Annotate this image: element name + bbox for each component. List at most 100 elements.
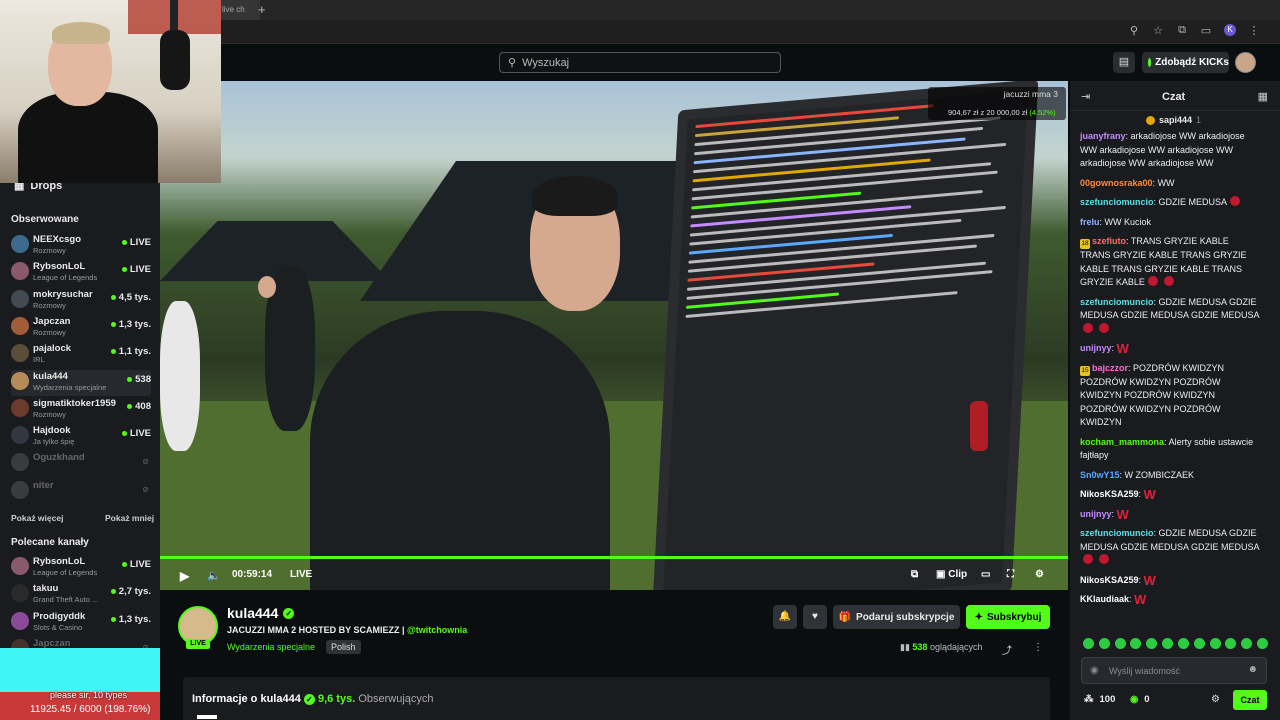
show-less-link[interactable]: Pokaż mniej bbox=[105, 513, 154, 523]
new-tab-button[interactable]: + bbox=[258, 2, 266, 17]
sidebar-channel-item[interactable]: sigmatiktoker1959 Rozmowy 408 bbox=[11, 397, 151, 423]
chat-message: szefunciomuncio: GDZIE MEDUSA GDZIE MEDU… bbox=[1080, 296, 1260, 337]
live-dot-icon bbox=[121, 267, 127, 273]
clip-button[interactable]: ▣ Clip bbox=[936, 569, 967, 580]
get-kicks-button[interactable]: Zdobądź KICKs bbox=[1142, 52, 1229, 73]
emote-icon bbox=[1230, 196, 1241, 206]
chat-message: szefunciomuncio: GDZIE MEDUSA bbox=[1080, 196, 1260, 210]
chat-username[interactable]: juanyfrany bbox=[1080, 131, 1126, 141]
send-chat-button[interactable]: Czat bbox=[1233, 690, 1267, 710]
sidebar-channel-item[interactable]: Oguzkhand ⊘ bbox=[11, 451, 151, 477]
chat-username[interactable]: szefunciomuncio bbox=[1080, 297, 1154, 307]
chat-username[interactable]: NikosKSA259 bbox=[1080, 489, 1139, 499]
sidebar-channel-item[interactable]: niter ⊘ bbox=[11, 479, 151, 505]
video-progress-bar[interactable] bbox=[160, 556, 1068, 559]
sidebar-channel-category: Rozmowy bbox=[33, 409, 66, 419]
settings-gear-icon[interactable]: ⚙ bbox=[1035, 569, 1044, 580]
chat-username[interactable]: szefunciomuncio bbox=[1080, 197, 1154, 207]
channel-points[interactable]: ⁂ 100 bbox=[1084, 694, 1115, 705]
quick-emote-icon[interactable] bbox=[1114, 638, 1126, 649]
show-more-link[interactable]: Pokaż więcej bbox=[11, 513, 63, 523]
live-dot-icon bbox=[127, 403, 133, 409]
chat-username[interactable]: kocham_mammona bbox=[1080, 437, 1164, 447]
channel-name[interactable]: kula444 ✓ bbox=[227, 605, 295, 621]
sidebar-channel-item[interactable]: Hajdook Ja tylko śpię LIVE bbox=[11, 424, 151, 450]
notification-bell-button[interactable]: 🔔 bbox=[773, 605, 797, 629]
theater-mode-icon[interactable]: ▤ bbox=[1113, 52, 1135, 73]
sidebar-channel-item[interactable]: mokrysuchar Rozmowy 4,5 tys. bbox=[11, 288, 151, 314]
quick-emote-icon[interactable] bbox=[1177, 638, 1189, 649]
browser-menu-icon[interactable]: ⋮ bbox=[1248, 24, 1260, 37]
user-avatar[interactable] bbox=[1235, 52, 1256, 73]
chat-username[interactable]: szefiuto bbox=[1092, 236, 1126, 246]
search-input[interactable]: ⚲ Wyszukaj bbox=[499, 52, 781, 73]
quick-emote-icon[interactable] bbox=[1225, 638, 1237, 649]
chat-message: KKlaudiaak: W bbox=[1080, 593, 1260, 607]
chat-username[interactable]: unijnyy bbox=[1080, 343, 1112, 353]
more-options-icon[interactable]: ⋮ bbox=[1033, 642, 1043, 653]
chat-input-badge-icon[interactable]: ◉ bbox=[1090, 665, 1099, 676]
chat-username[interactable]: 00gownosraka00 bbox=[1080, 178, 1153, 188]
emoji-icon[interactable]: ☻ bbox=[1247, 664, 1258, 675]
follow-heart-button[interactable]: ♥ bbox=[803, 605, 827, 629]
profile-icon[interactable]: K bbox=[1224, 24, 1236, 36]
sidebar-channel-item[interactable]: takuu Grand Theft Auto ... 2,7 tys. bbox=[11, 582, 151, 608]
play-icon[interactable]: ▶ bbox=[180, 569, 189, 583]
tab-strip bbox=[220, 0, 1280, 20]
chat-username[interactable]: szefunciomuncio bbox=[1080, 528, 1154, 538]
sidebar-viewers: LIVE bbox=[121, 559, 151, 570]
stream-category[interactable]: Wydarzenia specjalne bbox=[227, 642, 315, 652]
emote-icon bbox=[1083, 554, 1093, 564]
emote-icon bbox=[1083, 322, 1093, 333]
quick-emote-icon[interactable] bbox=[1098, 638, 1110, 649]
quick-emote-icon[interactable] bbox=[1146, 638, 1158, 649]
chat-username[interactable]: unijnyy bbox=[1080, 509, 1112, 519]
sidebar-channel-item[interactable]: NEEXcsgo Rozmowy LIVE bbox=[11, 233, 151, 259]
sidebar-toggle-icon[interactable]: ▭ bbox=[1200, 24, 1212, 37]
chat-username[interactable]: KKlaudiaak bbox=[1080, 594, 1129, 604]
sidebar-channel-item[interactable]: RybsonLoL League of Legends LIVE bbox=[11, 260, 151, 286]
bookmark-star-icon[interactable]: ☆ bbox=[1152, 24, 1164, 37]
sidebar-channel-name: niter bbox=[33, 479, 54, 491]
chat-username[interactable]: bajczzor bbox=[1092, 363, 1128, 373]
quick-emote-icon[interactable] bbox=[1130, 638, 1142, 649]
extensions-icon[interactable]: ⧉ bbox=[1176, 24, 1188, 37]
quick-emote-icon[interactable] bbox=[1162, 638, 1174, 649]
chat-username[interactable]: frelu bbox=[1080, 217, 1100, 227]
fullscreen-icon[interactable]: ⛶ bbox=[1007, 569, 1014, 580]
gift-subscription-button[interactable]: 🎁 Podaruj subskrypcje bbox=[833, 605, 960, 629]
stream-title-handle[interactable]: @twitchownia bbox=[407, 625, 467, 635]
share-icon[interactable]: ⤴ bbox=[1002, 642, 1012, 657]
chat-settings-icon[interactable]: ⚙ bbox=[1211, 694, 1220, 705]
chat-input[interactable]: ◉ Wyślij wiadomość ☻ bbox=[1081, 657, 1267, 684]
live-indicator[interactable]: LIVE bbox=[290, 569, 312, 580]
chat-users-icon[interactable]: ▦ bbox=[1258, 90, 1268, 103]
quick-emote-icon[interactable] bbox=[1256, 638, 1268, 649]
w-emote: W bbox=[1143, 572, 1156, 588]
picture-in-picture-icon[interactable]: ⧉ bbox=[911, 569, 918, 580]
chat-username[interactable]: Sn0wY15 bbox=[1080, 470, 1120, 480]
sidebar-channel-item[interactable]: Japczan Rozmowy 1,3 tys. bbox=[11, 315, 151, 341]
subscribe-button[interactable]: ✦ Subskrybuj bbox=[966, 605, 1050, 629]
browser-tab[interactable]: live ch bbox=[220, 0, 260, 20]
video-player[interactable]: jacuzzi mma 3 904,67 zł z 20 000,00 zł (… bbox=[160, 81, 1068, 590]
zoom-icon[interactable]: ⚲ bbox=[1128, 24, 1140, 37]
sidebar-channel-item[interactable]: kula444 Wydarzenia specjalne 538 bbox=[11, 369, 151, 396]
sidebar-channel-item[interactable]: Prodigyddk Slots & Casino 1,3 tys. bbox=[11, 610, 151, 636]
theater-icon[interactable]: ▭ bbox=[981, 569, 990, 580]
sidebar-viewers-value: 1,1 tys. bbox=[118, 346, 151, 358]
pinned-gift[interactable]: sapi444 1 bbox=[1146, 115, 1201, 125]
sidebar-channel-item[interactable]: RybsonLoL League of Legends LIVE bbox=[11, 555, 151, 581]
quick-emote-icon[interactable] bbox=[1193, 638, 1205, 649]
quick-emote-icon[interactable] bbox=[1209, 638, 1221, 649]
kicks-balance[interactable]: ◉ 0 bbox=[1130, 694, 1150, 705]
sidebar-channel-item[interactable]: pajalock IRL 1,1 tys. bbox=[11, 342, 151, 368]
collapse-chat-icon[interactable]: ⇥ bbox=[1081, 90, 1090, 103]
emote-icon bbox=[1099, 554, 1109, 564]
chat-username[interactable]: NikosKSA259 bbox=[1080, 575, 1139, 585]
video-tent-left bbox=[160, 221, 390, 281]
volume-icon[interactable]: 🔈 bbox=[207, 569, 221, 582]
quick-emote-icon[interactable] bbox=[1083, 638, 1094, 649]
quick-emote-icon[interactable] bbox=[1241, 638, 1253, 649]
language-tag[interactable]: Polish bbox=[326, 640, 361, 654]
